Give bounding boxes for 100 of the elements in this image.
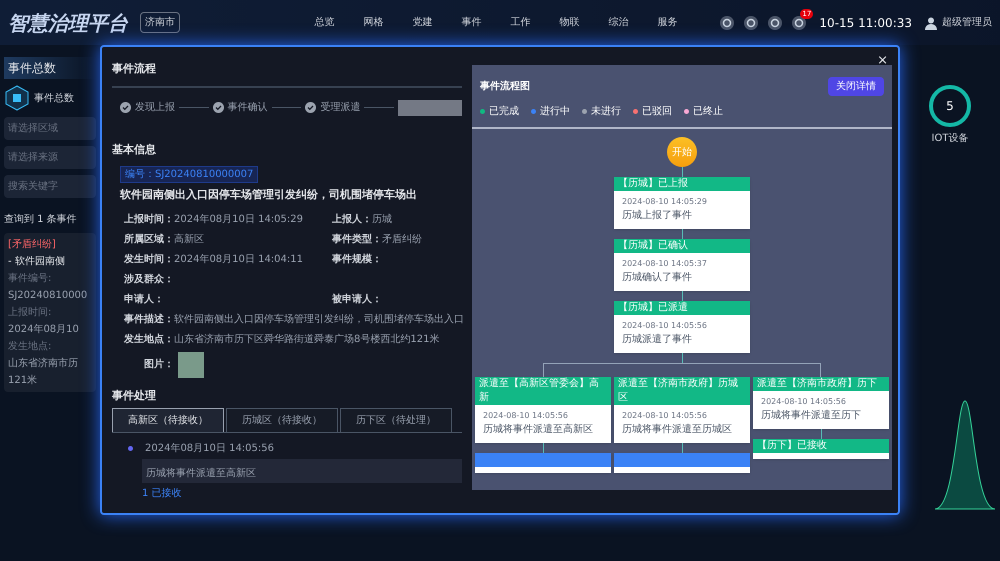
flow-node[interactable]: 派遣至【济南市政府】历下 2024-08-10 14:05:56 历城将事件派遣至历下 xyxy=(753,377,889,429)
field-label: 发生地点: xyxy=(8,340,52,354)
step-label: 受理派遣 xyxy=(320,100,360,115)
event-headline: 软件园南侧出入口因停车场管理引发纠纷，司机围堵停车场出 xyxy=(120,187,417,203)
field-label: 图片： xyxy=(144,358,174,372)
process-tab[interactable]: 高新区（待接收） xyxy=(112,408,224,432)
connector-line xyxy=(820,429,822,439)
event-number-badge: 编号：SJ20240810000007 xyxy=(120,166,258,183)
field-label: 涉及群众： xyxy=(124,272,174,286)
clock-time: 10-15 11:00:33 xyxy=(819,14,912,32)
node-text: 历城上报了事件 xyxy=(621,208,693,223)
field-value: 高新区 xyxy=(174,232,204,246)
nav-item[interactable]: 工作 xyxy=(510,15,530,30)
legend-label: 未进行 xyxy=(591,104,621,119)
node-header: 【历下】已接收 xyxy=(753,439,889,453)
node-header: 派遣至【济南市政府】历下 xyxy=(753,377,889,391)
node-time: 2024-08-10 14:05:56 xyxy=(760,396,847,408)
field-label: 上报人： xyxy=(332,212,372,226)
field-label: 申请人： xyxy=(124,292,164,306)
hexagon-icon xyxy=(4,85,30,111)
field-label: 事件类型： xyxy=(332,232,382,246)
flow-node[interactable]: 【历城】已确认 2024-08-10 14:05:37 历城确认了事件 xyxy=(614,239,750,291)
timeline-status: 1 已接收 xyxy=(142,486,183,501)
app-title: 智慧治理平台 xyxy=(8,10,128,36)
field-label: 所属区域： xyxy=(124,232,174,246)
field-label: 发生地点： xyxy=(124,332,174,346)
field-value: 山东省济南市历 xyxy=(8,356,79,371)
total-label: 事件总数 xyxy=(34,92,74,106)
start-node: 开始 xyxy=(667,137,697,167)
field-value: 2024年08月10日 14:05:29 xyxy=(174,212,303,226)
section-title: 事件处理 xyxy=(112,388,157,404)
node-text: 历城将事件派遣至历下 xyxy=(760,408,862,423)
node-header: 派遣至【高新区管委会】高新 xyxy=(475,377,611,405)
node-time: 2024-08-10 14:05:37 xyxy=(621,258,708,270)
node-header: 【历城】已确认 xyxy=(614,239,750,253)
node-header: 【历城】已上报 xyxy=(614,177,750,191)
node-time: 2024-08-10 14:05:56 xyxy=(482,410,569,422)
circle-icon[interactable] xyxy=(719,14,736,30)
field-label: 事件编号: xyxy=(8,272,52,286)
node-time: 2024-08-10 14:05:56 xyxy=(621,320,708,332)
field-value: 历城 xyxy=(372,212,392,226)
user-avatar-icon[interactable] xyxy=(924,16,938,30)
nav-item[interactable]: 服务 xyxy=(657,15,678,30)
search-field[interactable]: 搜索关键字 xyxy=(4,175,96,198)
field-value: 矛盾纠纷 xyxy=(382,232,422,246)
flow-node[interactable]: 【历城】已派遣 2024-08-10 14:05:56 历城派遣了事件 xyxy=(614,301,750,353)
circle-icon[interactable] xyxy=(767,14,784,30)
step-label: 发现上报 xyxy=(135,100,175,115)
close-button[interactable]: × xyxy=(877,51,888,70)
flow-node[interactable]: 【历城】已上报 2024-08-10 14:05:29 历城上报了事件 xyxy=(614,177,750,229)
flow-node[interactable]: 派遣至【济南市政府】历城区 2024-08-10 14:05:56 历城将事件派遣至历城区 xyxy=(614,377,750,443)
field-value: 2024年08月10日 14:04:11 xyxy=(174,252,303,266)
user-name[interactable]: 超级管理员 xyxy=(942,15,992,30)
node-text: 历城将事件派遣至历城区 xyxy=(621,422,733,437)
circle-icon[interactable] xyxy=(791,14,808,30)
legend-label: 进行中 xyxy=(540,104,570,119)
gauge-ring: 5 xyxy=(929,85,971,127)
field-value: SJ20240810000 xyxy=(8,289,88,303)
flow-node[interactable]: 派遣至【高新区管委会】高新 2024-08-10 14:05:56 历城将事件派遣至高新区 xyxy=(475,377,611,443)
nav-item[interactable]: 总览 xyxy=(314,15,334,30)
field-value: 山东省济南市历下区舜华路街道舜泰广场8号楼西北约121米 xyxy=(174,332,440,346)
nav-item[interactable]: 事件 xyxy=(461,15,482,30)
event-title: - 软件园南侧 xyxy=(8,254,66,269)
flow-node[interactable] xyxy=(475,453,611,473)
field-value: 软件园南侧出入口因停车场管理引发纠纷，司机围堵停车场出入口 xyxy=(174,312,464,326)
field-label: 发生时间： xyxy=(124,252,174,266)
legend-label: 已驳回 xyxy=(642,105,672,119)
field-label: 上报时间: xyxy=(8,306,52,320)
close-details-button[interactable]: 关闭详情 xyxy=(828,77,884,96)
nav-item[interactable]: 网格 xyxy=(363,15,384,30)
node-header: 【历城】已派遣 xyxy=(614,301,750,315)
node-text: 历城确认了事件 xyxy=(621,270,693,285)
field-value: 121米 xyxy=(8,374,38,388)
legend-label: 已完成 xyxy=(489,104,519,119)
node-text: 历城将事件派遣至高新区 xyxy=(482,422,594,437)
field-label: 被申请人： xyxy=(332,292,382,306)
field-value: 2024年08月10 xyxy=(8,323,80,337)
step-label: 事件确认 xyxy=(228,100,268,115)
field-label: 事件规模： xyxy=(332,252,382,266)
event-card[interactable]: [矛盾纠纷] - 软件园南侧 事件编号: SJ20240810000 上报时间: 2024年08月10 发生地点: 山东省济南市历 121米 xyxy=(4,233,96,392)
process-tab[interactable]: 历下区（待处理） xyxy=(340,408,452,432)
section-title: 事件流程 xyxy=(112,61,462,88)
nav-item[interactable]: 综治 xyxy=(608,15,628,30)
panel-title: 事件流程图 xyxy=(480,79,530,94)
field-label: 事件描述： xyxy=(124,312,174,326)
legend-label: 已终止 xyxy=(693,104,723,119)
event-tag: [矛盾纠纷] xyxy=(8,237,92,252)
node-text: 历城派遣了事件 xyxy=(621,332,693,347)
gauge-label: IOT设备 xyxy=(932,132,968,146)
timeline-text: 历城将事件派遣至高新区 xyxy=(146,468,256,479)
nav-item[interactable]: 物联 xyxy=(559,15,580,30)
connector-line xyxy=(542,443,544,453)
circle-icon[interactable] xyxy=(743,14,760,30)
city-selector[interactable]: 济南市 xyxy=(140,12,180,33)
flow-node[interactable] xyxy=(614,453,750,473)
field-label: 上报时间： xyxy=(124,212,174,226)
nav-item[interactable]: 党建 xyxy=(412,15,432,30)
timeline-time: 2024年08月10日 14:05:56 xyxy=(145,442,274,456)
node-header: 派遣至【济南市政府】历城区 xyxy=(614,377,750,405)
process-tab[interactable]: 历城区（待接收） xyxy=(226,408,338,432)
